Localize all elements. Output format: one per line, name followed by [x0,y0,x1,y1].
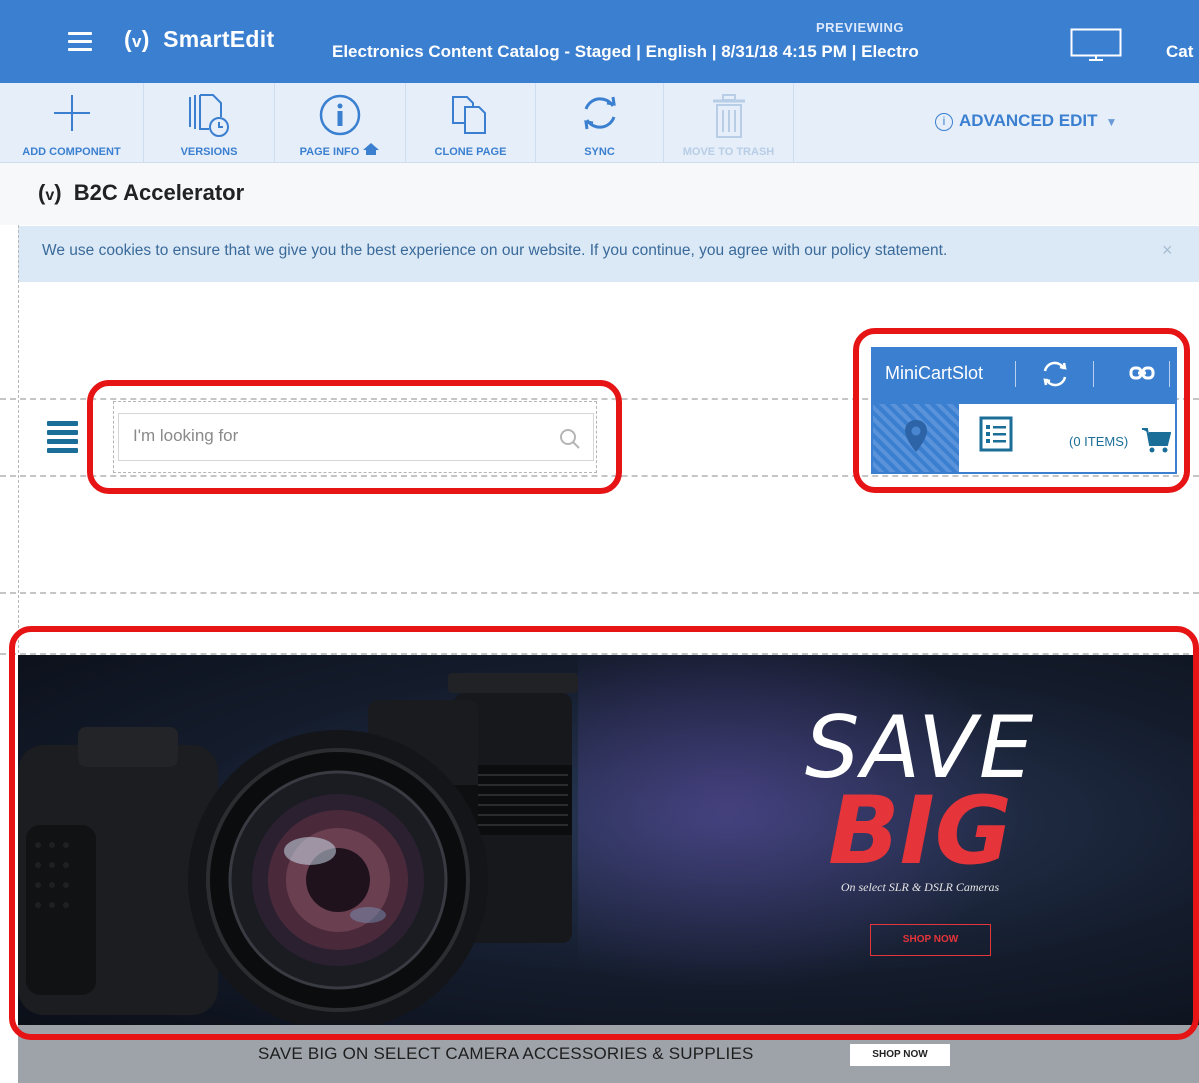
storefront-logo-icon: (v) [38,180,62,205]
smartedit-logo-icon: (v) [124,26,150,52]
search-icon[interactable] [559,428,581,450]
promo-text: SAVE BIG ON SELECT CAMERA ACCESSORIES & … [258,1044,754,1063]
slot-drag-area[interactable] [873,404,959,472]
app-name: SmartEdit [163,26,275,52]
promo-shop-now-button[interactable]: SHOP NOW [850,1044,950,1066]
move-to-trash-button[interactable]: MOVE TO TRASH [664,83,794,163]
sync-label: SYNC [584,146,615,158]
list-component-icon[interactable] [979,416,1013,452]
camera-image [18,673,578,1025]
desktop-preview-icon[interactable] [1070,28,1122,62]
clone-page-button[interactable]: CLONE PAGE [406,83,536,163]
sync-icon[interactable] [1041,360,1069,388]
location-pin-icon [905,420,927,452]
trash-icon [712,94,745,138]
smartedit-window: (v) SmartEdit PREVIEWING Electronics Con… [0,0,1199,1083]
plus-icon [53,95,90,131]
close-icon[interactable]: × [1162,240,1173,261]
add-component-label: ADD COMPONENT [22,146,121,158]
banner-subtext: On select SLR & DSLR Cameras [840,880,1000,894]
top-bar: (v) SmartEdit PREVIEWING Electronics Con… [0,0,1199,83]
page-toolbar: ADD COMPONENT VERSIONS PAGE INFO CLONE P… [0,83,1199,163]
versions-icon [189,94,229,137]
home-icon [363,143,380,155]
move-to-trash-label: MOVE TO TRASH [682,146,775,158]
slot-name: MiniCartSlot [885,363,984,383]
info-circle-icon: i [935,113,953,131]
site-logo[interactable]: (v) B2C Accelerator [38,180,244,206]
minicart-slot[interactable]: (0 ITEMS) [871,402,1177,474]
mobile-menu-icon[interactable] [47,421,78,455]
info-icon [319,94,361,136]
banner-headline-big: BIG [828,777,1012,886]
previewing-label: PREVIEWING [815,20,905,35]
advanced-edit-dropdown[interactable]: i ADVANCED EDIT ▼ [935,111,1117,131]
shared-slot-link-icon[interactable] [1129,364,1155,382]
site-name: B2C Accelerator [73,180,245,205]
cookie-notice: We use cookies to ensure that we give yo… [18,226,1199,282]
divider [1169,361,1170,387]
page-info-label: PAGE INFO [299,146,360,158]
sync-icon [583,96,616,130]
versions-label: VERSIONS [180,146,238,158]
divider [1093,361,1094,387]
slot-boundary [0,592,1199,594]
banner-shop-now-button[interactable]: SHOP NOW [870,924,991,956]
slot-boundary [0,475,1199,477]
cart-items-label[interactable]: (0 ITEMS) [1069,434,1128,449]
catalog-label[interactable]: Cat [1166,42,1193,62]
app-logo: (v) SmartEdit [124,26,274,53]
main-menu-icon[interactable] [68,32,92,51]
minicart-slot-toolbar: MiniCartSlot [871,347,1177,402]
cookie-text: We use cookies to ensure that we give yo… [42,242,948,259]
versions-button[interactable]: VERSIONS [144,83,275,163]
cart-icon[interactable] [1141,426,1171,454]
sync-button[interactable]: SYNC [536,83,664,163]
add-component-button[interactable]: ADD COMPONENT [0,83,144,163]
advanced-edit-label: ADVANCED EDIT [959,111,1098,130]
preview-context[interactable]: Electronics Content Catalog - Staged | E… [332,42,1046,62]
divider [1015,361,1016,387]
search-input[interactable] [133,426,543,446]
search-box[interactable] [118,413,594,461]
caret-down-icon: ▼ [1105,115,1118,129]
clone-icon [451,96,486,134]
page-info-button[interactable]: PAGE INFO [275,83,406,163]
clone-page-label: CLONE PAGE [434,146,507,158]
